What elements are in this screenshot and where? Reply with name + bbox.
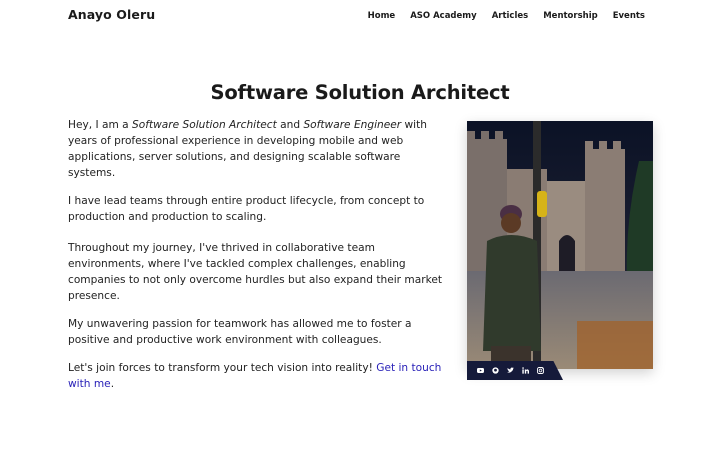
intro-paragraph-2: I have lead teams through entire product… — [68, 195, 425, 223]
navbar: Anayo Oleru Home ASO Academy Articles Me… — [0, 0, 720, 34]
intro-text-segment: and — [276, 119, 304, 131]
intro-paragraph-1: Hey, I am a Software Solution Architect … — [68, 117, 446, 181]
nav-links: Home ASO Academy Articles Mentorship Eve… — [368, 11, 645, 21]
intro-text: Hey, I am a Software Solution Architect … — [68, 117, 446, 404]
github-icon[interactable] — [492, 367, 499, 374]
nav-link-events[interactable]: Events — [613, 11, 645, 21]
linkedin-icon[interactable] — [522, 367, 529, 374]
role-architect: Software Solution Architect — [132, 119, 277, 131]
intro-paragraph-4: My unwavering passion for teamwork has a… — [68, 318, 412, 346]
cta-text-end: . — [110, 378, 115, 390]
brand-logo-text[interactable]: Anayo Oleru — [68, 7, 155, 22]
nav-link-mentorship[interactable]: Mentorship — [543, 11, 597, 21]
twitter-icon[interactable] — [507, 367, 514, 374]
profile-photo-illustration — [467, 121, 653, 369]
profile-photo — [467, 121, 653, 369]
intro-paragraph-5: Let's join forces to transform your tech… — [68, 360, 446, 392]
role-engineer: Software Engineer — [303, 119, 402, 131]
youtube-icon[interactable] — [477, 367, 484, 374]
instagram-icon[interactable] — [537, 367, 544, 374]
social-links-bar — [467, 361, 563, 380]
nav-link-aso-academy[interactable]: ASO Academy — [410, 11, 477, 21]
intro-text-segment: Hey, I am a — [68, 119, 133, 131]
cta-text: Let's join forces to transform your tech… — [68, 362, 377, 374]
intro-paragraph-3: Throughout my journey, I've thrived in c… — [68, 242, 443, 302]
page-title: Software Solution Architect — [210, 81, 510, 104]
nav-link-home[interactable]: Home — [368, 11, 396, 21]
nav-link-articles[interactable]: Articles — [492, 11, 529, 21]
